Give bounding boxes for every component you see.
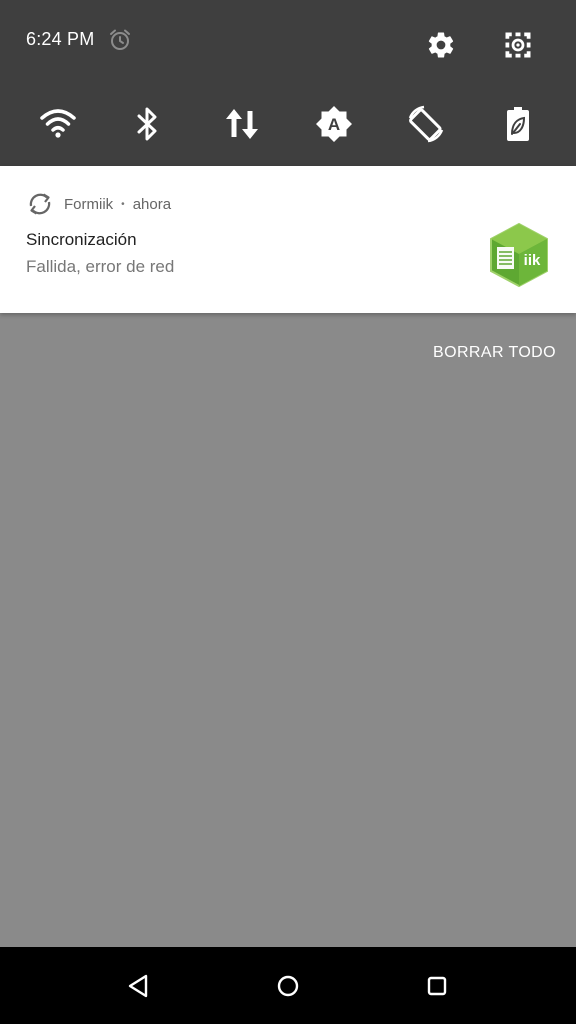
formiik-app-icon: iik [490, 222, 548, 288]
status-time: 6:24 PM [26, 29, 95, 49]
tile-bluetooth[interactable] [122, 98, 174, 150]
notification-app-name: Formiik [64, 195, 114, 213]
quick-settings-panel: 6:24 PM A [0, 0, 576, 166]
data-arrows-icon [226, 109, 258, 139]
sync-notification[interactable]: Formiik • ahora Sincronización Fallida, … [0, 166, 576, 313]
notification-title: Sincronización [26, 230, 137, 249]
clear-all-button[interactable]: BORRAR TODO [433, 344, 556, 362]
tile-wifi[interactable] [32, 98, 84, 150]
screen-rotation-icon [408, 105, 444, 143]
status-bar: 6:24 PM [0, 0, 576, 84]
tile-auto-rotate[interactable] [400, 98, 452, 150]
header-separator: • [121, 198, 125, 210]
notification-time: ahora [132, 195, 172, 213]
svg-text:A: A [328, 115, 340, 134]
bluetooth-icon [137, 107, 157, 141]
wifi-icon [40, 109, 76, 138]
sync-icon [29, 193, 51, 215]
notification-text: Fallida, error de red [26, 257, 175, 276]
tile-battery-saver[interactable] [492, 98, 544, 150]
app-icon-text: iik [524, 252, 541, 269]
quick-settings-tiles: A [0, 98, 576, 150]
tile-auto-brightness[interactable]: A [308, 98, 360, 150]
edit-tiles-icon[interactable] [503, 30, 533, 60]
battery-saver-icon [507, 107, 529, 141]
back-icon[interactable] [124, 971, 154, 1001]
gear-icon[interactable] [426, 30, 456, 60]
recents-icon[interactable] [422, 971, 452, 1001]
notification-header: Formiik • ahora [26, 190, 171, 218]
alarm-clock-icon [110, 29, 130, 50]
auto-brightness-icon: A [316, 106, 352, 142]
tile-mobile-data[interactable] [216, 98, 268, 150]
navigation-bar [0, 947, 576, 1024]
home-icon[interactable] [273, 971, 303, 1001]
